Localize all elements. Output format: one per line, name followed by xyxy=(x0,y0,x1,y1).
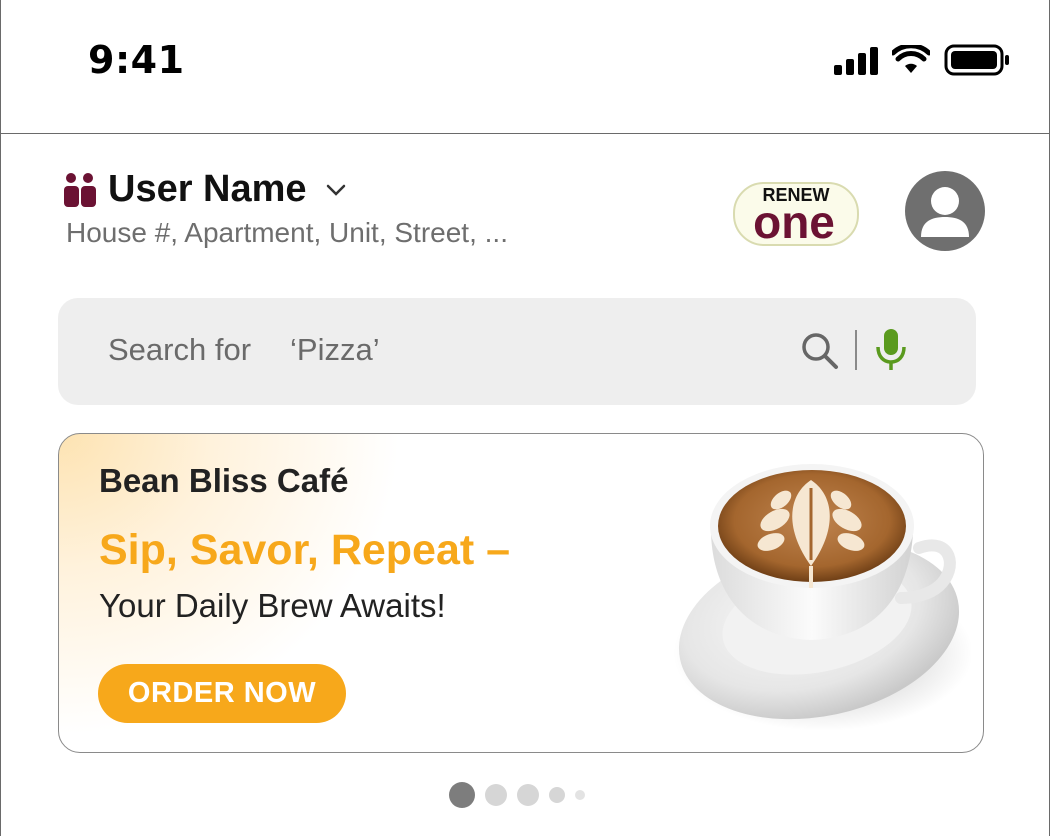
order-now-button[interactable]: ORDER NOW xyxy=(98,664,346,723)
status-icons xyxy=(834,44,1010,76)
user-selector[interactable]: User Name xyxy=(62,168,508,211)
status-time: 9:41 xyxy=(88,38,185,82)
user-name: User Name xyxy=(108,168,307,210)
chevron-down-icon[interactable] xyxy=(323,177,349,203)
status-bar: 9:41 xyxy=(0,0,1050,134)
profile-avatar[interactable] xyxy=(905,171,985,251)
promo-headline: Sip, Savor, Repeat – xyxy=(99,526,511,574)
users-icon xyxy=(64,172,96,207)
address-line[interactable]: House #, Apartment, Unit, Street, ... xyxy=(62,217,508,249)
search-suggestion: ‘Pizza’ xyxy=(290,332,380,367)
carousel-dot[interactable] xyxy=(517,784,539,806)
battery-icon xyxy=(944,44,1009,76)
logo-main-text: one xyxy=(753,196,835,248)
cellular-signal-icon xyxy=(834,45,878,75)
profile-icon xyxy=(921,187,969,237)
renew-one-logo[interactable]: RENEW one xyxy=(732,180,860,248)
cafe-name: Bean Bliss Café xyxy=(99,462,349,499)
wifi-icon xyxy=(892,45,930,73)
search-icon[interactable] xyxy=(800,331,840,371)
carousel-dot[interactable] xyxy=(575,790,585,800)
location-header: User Name House #, Apartment, Unit, Stre… xyxy=(62,168,508,249)
search-label: Search for xyxy=(108,332,252,367)
carousel-dot[interactable] xyxy=(549,787,565,803)
carousel-indicator[interactable] xyxy=(449,782,585,808)
promo-banner[interactable]: Bean Bliss Café Sip, Savor, Repeat – You… xyxy=(58,433,984,753)
carousel-dot-active[interactable] xyxy=(449,782,475,808)
latte-cup-image xyxy=(673,464,971,731)
promo-subline: Your Daily Brew Awaits! xyxy=(99,587,446,624)
search-divider xyxy=(855,330,857,370)
microphone-icon[interactable] xyxy=(874,327,908,373)
carousel-dot[interactable] xyxy=(485,784,507,806)
search-bar[interactable]: Search for ‘Pizza’ xyxy=(58,298,976,405)
